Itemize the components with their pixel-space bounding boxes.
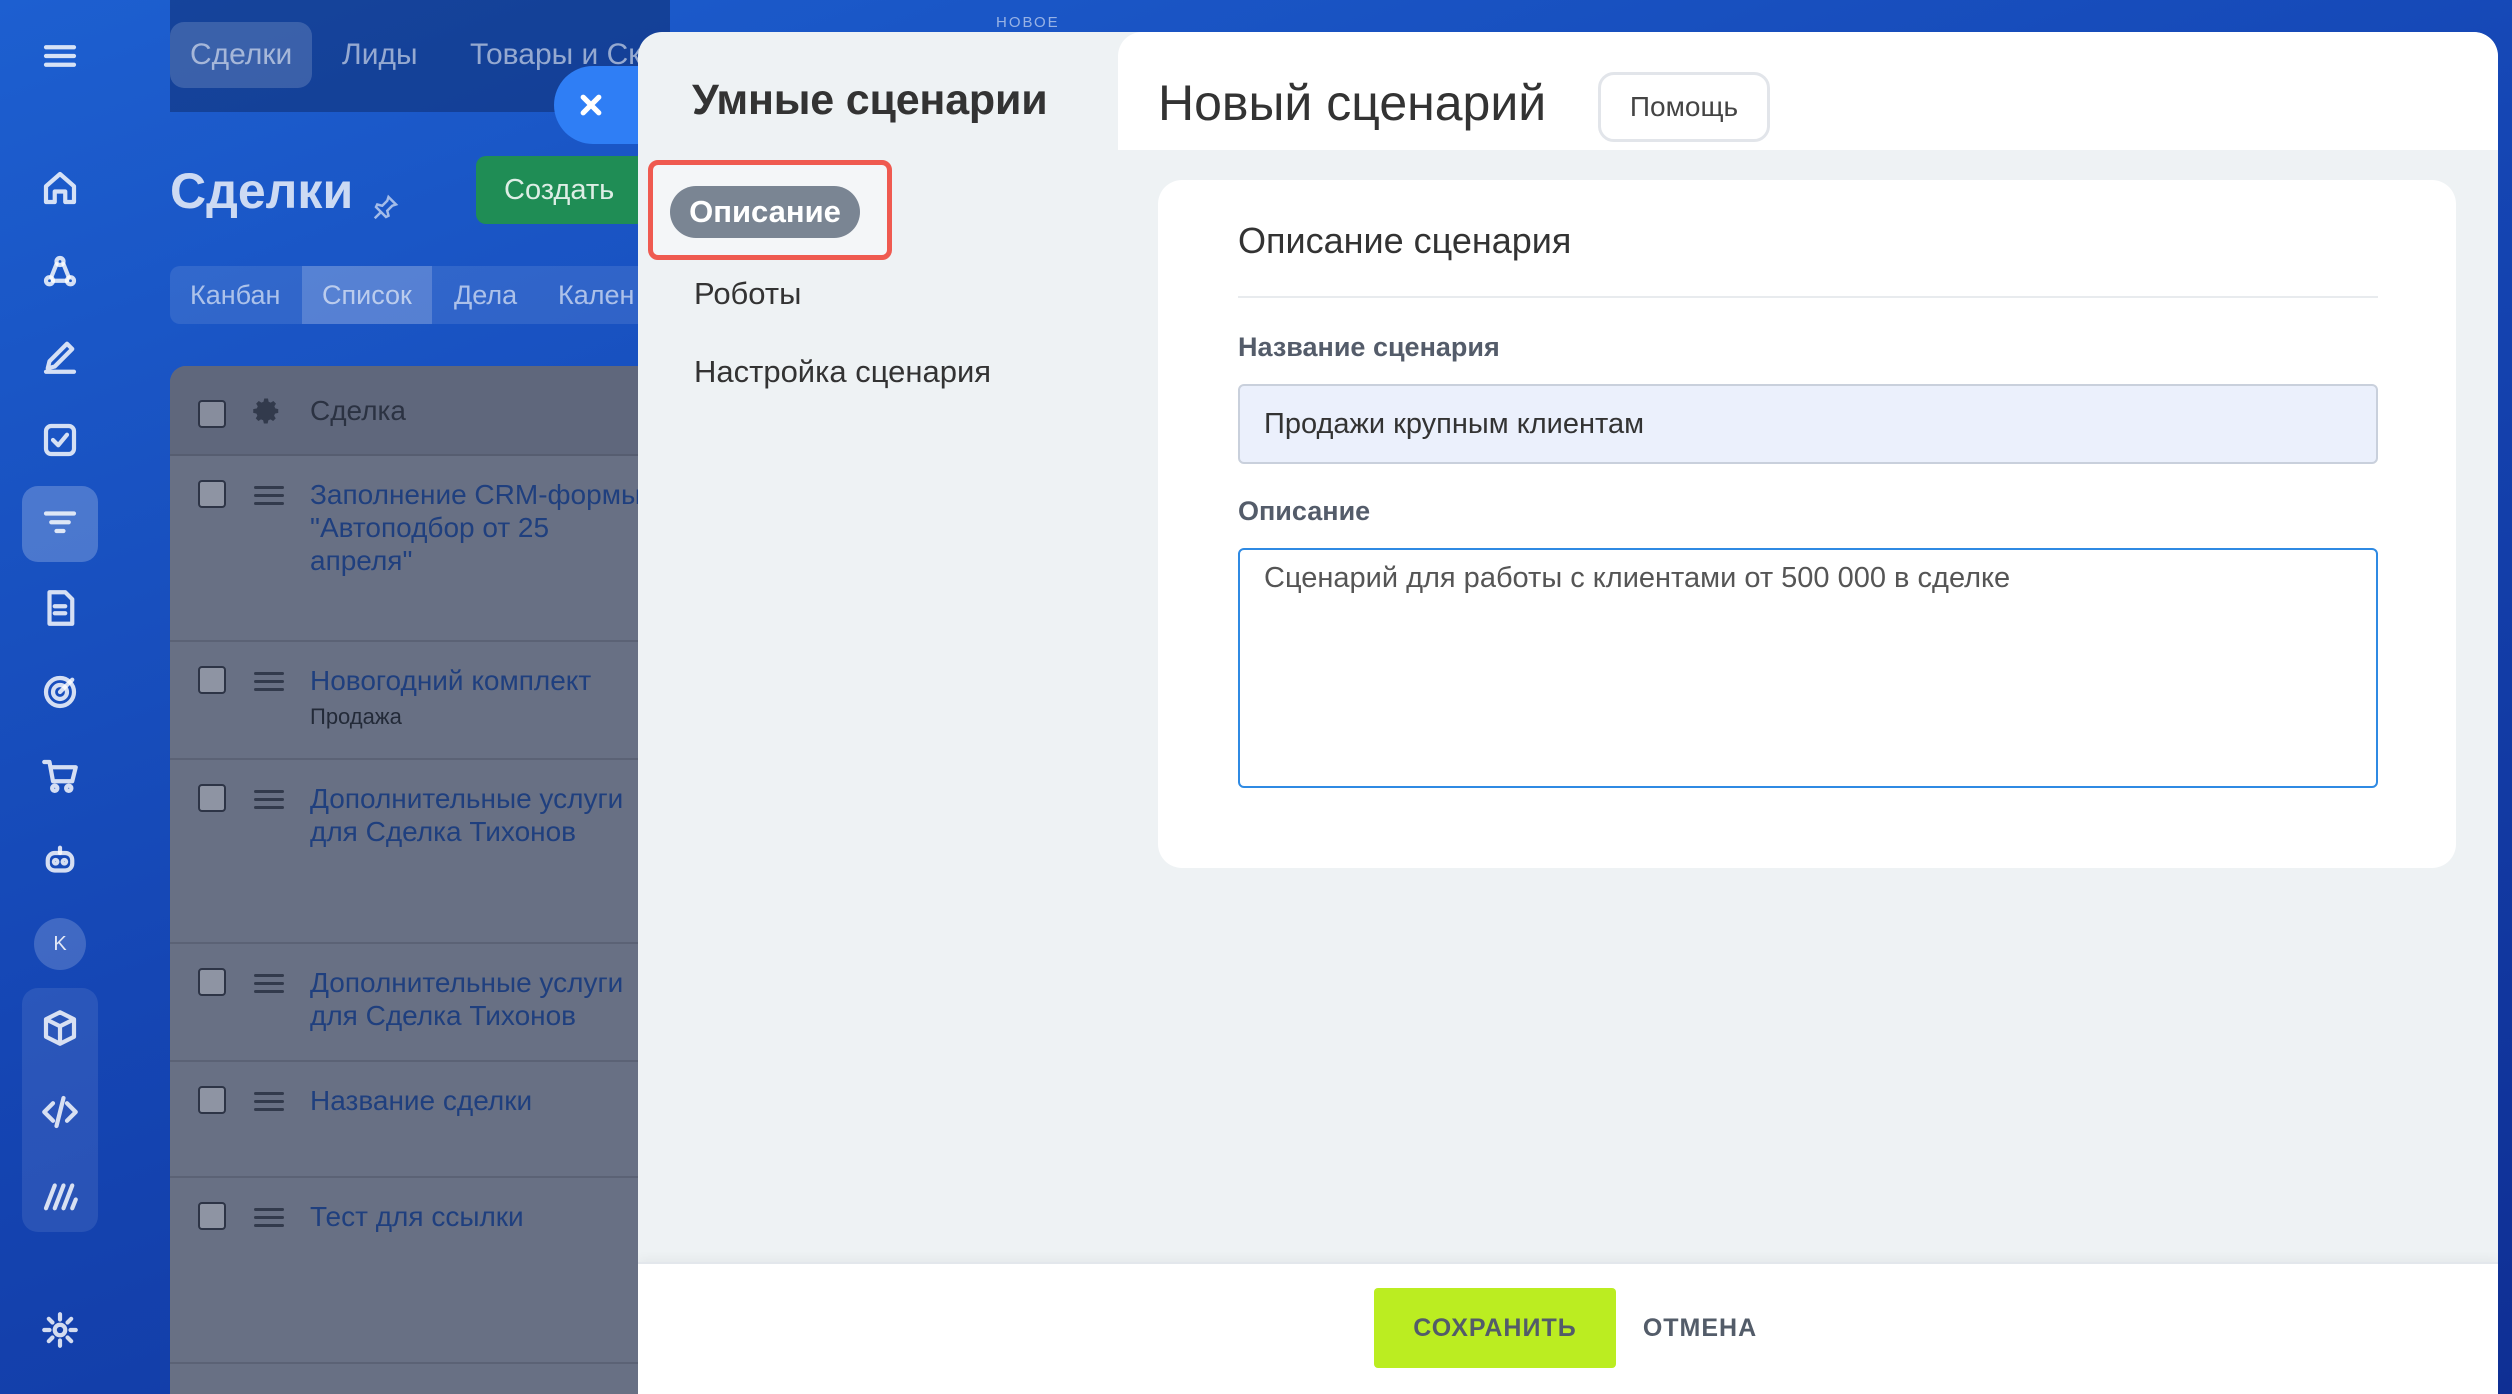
row-checkbox[interactable]: [198, 666, 226, 694]
cart-icon[interactable]: [22, 738, 98, 814]
description-label: Описание: [1238, 496, 1371, 526]
help-button[interactable]: Помощь: [1598, 72, 1770, 142]
robot-icon[interactable]: [22, 822, 98, 898]
document-icon[interactable]: [22, 570, 98, 646]
view-kanban[interactable]: Канбан: [170, 266, 300, 324]
marketplace-icon[interactable]: [22, 1158, 98, 1234]
deal-title-link[interactable]: Дополнительные услуги для Сделка Тихонов: [310, 966, 670, 1032]
footer-bar: СОХРАНИТЬ ОТМЕНА: [638, 1262, 2498, 1394]
scenario-description-textarea[interactable]: Сценарий для работы с клиентами от 500 0…: [1238, 548, 2378, 788]
row-checkbox[interactable]: [198, 968, 226, 996]
deal-title-link[interactable]: Тест для ссылки: [310, 1200, 670, 1233]
page-title: Новый сценарий: [1158, 75, 1547, 131]
table-row[interactable]: Дополнительные услуги для Сделка Тихонов: [170, 760, 670, 944]
background-crm-page: Сделки Лиды Товары и Ск Сделки Создать К…: [170, 0, 670, 1394]
table-row[interactable]: Тест для ссылки: [170, 1178, 670, 1364]
row-checkbox[interactable]: [198, 1202, 226, 1230]
cancel-button[interactable]: ОТМЕНА: [1640, 1288, 1760, 1368]
edit-icon[interactable]: [22, 318, 98, 394]
deal-title-link[interactable]: Заполнение CRM-формы "Автоподбор от 25 а…: [310, 478, 670, 577]
description-card: Описание сценария Название сценария Прод…: [1158, 180, 2456, 868]
left-sidebar: K: [0, 0, 120, 1394]
settings-icon[interactable]: [22, 1292, 98, 1368]
home-icon[interactable]: [22, 150, 98, 226]
code-icon[interactable]: [22, 1074, 98, 1150]
tasks-icon[interactable]: [22, 402, 98, 478]
nav-item-description[interactable]: Описание: [670, 186, 860, 238]
nav-item-robots[interactable]: Роботы: [694, 276, 801, 312]
view-calendar[interactable]: Кален: [538, 266, 654, 324]
deal-title-link[interactable]: Новогодний комплект: [310, 664, 670, 697]
box-icon[interactable]: [22, 990, 98, 1066]
row-checkbox[interactable]: [198, 784, 226, 812]
row-checkbox[interactable]: [198, 480, 226, 508]
tab-deals[interactable]: Сделки: [170, 22, 313, 88]
drag-handle-icon[interactable]: [254, 486, 284, 506]
drag-handle-icon[interactable]: [254, 974, 284, 994]
select-all-checkbox[interactable]: [198, 400, 226, 428]
menu-icon[interactable]: [22, 18, 98, 94]
smart-scenarios-slider: Умные сценарии Описание Роботы Настройка…: [638, 32, 2498, 1394]
avatar[interactable]: K: [34, 918, 86, 970]
table-row[interactable]: Новогодний комплект Продажа: [170, 642, 670, 760]
main-header: Новый сценарий Помощь: [1118, 32, 2498, 150]
table-row[interactable]: Заполнение CRM-формы "Автоподбор от 25 а…: [170, 456, 670, 642]
deals-table: Сделка Заполнение CRM-формы "Автоподбор …: [170, 366, 670, 1394]
scenario-main: Новый сценарий Помощь Описание сценария …: [1118, 32, 2498, 1262]
column-deal-header[interactable]: Сделка: [310, 394, 670, 427]
table-header: Сделка: [170, 366, 670, 456]
section-title: Описание сценария: [1238, 220, 1572, 261]
page-title: Сделки: [170, 162, 401, 220]
crm-icon[interactable]: [22, 234, 98, 310]
deal-title-link[interactable]: Название сделки: [310, 1084, 670, 1117]
scenario-name-input[interactable]: Продажи крупным клиентам: [1238, 384, 2378, 464]
deal-title-link[interactable]: Дополнительные услуги для Сделка Тихонов: [310, 782, 670, 848]
drag-handle-icon[interactable]: [254, 1092, 284, 1112]
table-row[interactable]: Название сделки: [170, 1062, 670, 1178]
view-list[interactable]: Список: [302, 266, 432, 324]
funnel-icon[interactable]: [22, 486, 98, 562]
scenario-nav: Умные сценарии Описание Роботы Настройка…: [638, 32, 1118, 1262]
pin-icon[interactable]: [371, 176, 401, 220]
drag-handle-icon[interactable]: [254, 1208, 284, 1228]
divider: [1238, 296, 2378, 298]
new-badge: НОВОЕ: [996, 14, 1060, 31]
slider-title: Умные сценарии: [692, 76, 1048, 124]
gear-icon[interactable]: [252, 396, 282, 426]
table-row[interactable]: Дополнительные услуги для Сделка Тихонов: [170, 944, 670, 1062]
name-label: Название сценария: [1238, 332, 1500, 362]
nav-item-scenario-settings[interactable]: Настройка сценария: [694, 354, 991, 390]
save-button[interactable]: СОХРАНИТЬ: [1374, 1288, 1616, 1368]
view-activities[interactable]: Дела: [434, 266, 537, 324]
target-icon[interactable]: [22, 654, 98, 730]
view-switcher: Канбан Список Дела Кален: [170, 266, 670, 324]
drag-handle-icon[interactable]: [254, 672, 284, 692]
tab-leads[interactable]: Лиды: [342, 22, 418, 88]
drag-handle-icon[interactable]: [254, 790, 284, 810]
close-icon: [580, 94, 602, 116]
deal-type: Продажа: [310, 704, 402, 729]
row-checkbox[interactable]: [198, 1086, 226, 1114]
close-slider-button[interactable]: [554, 66, 648, 144]
